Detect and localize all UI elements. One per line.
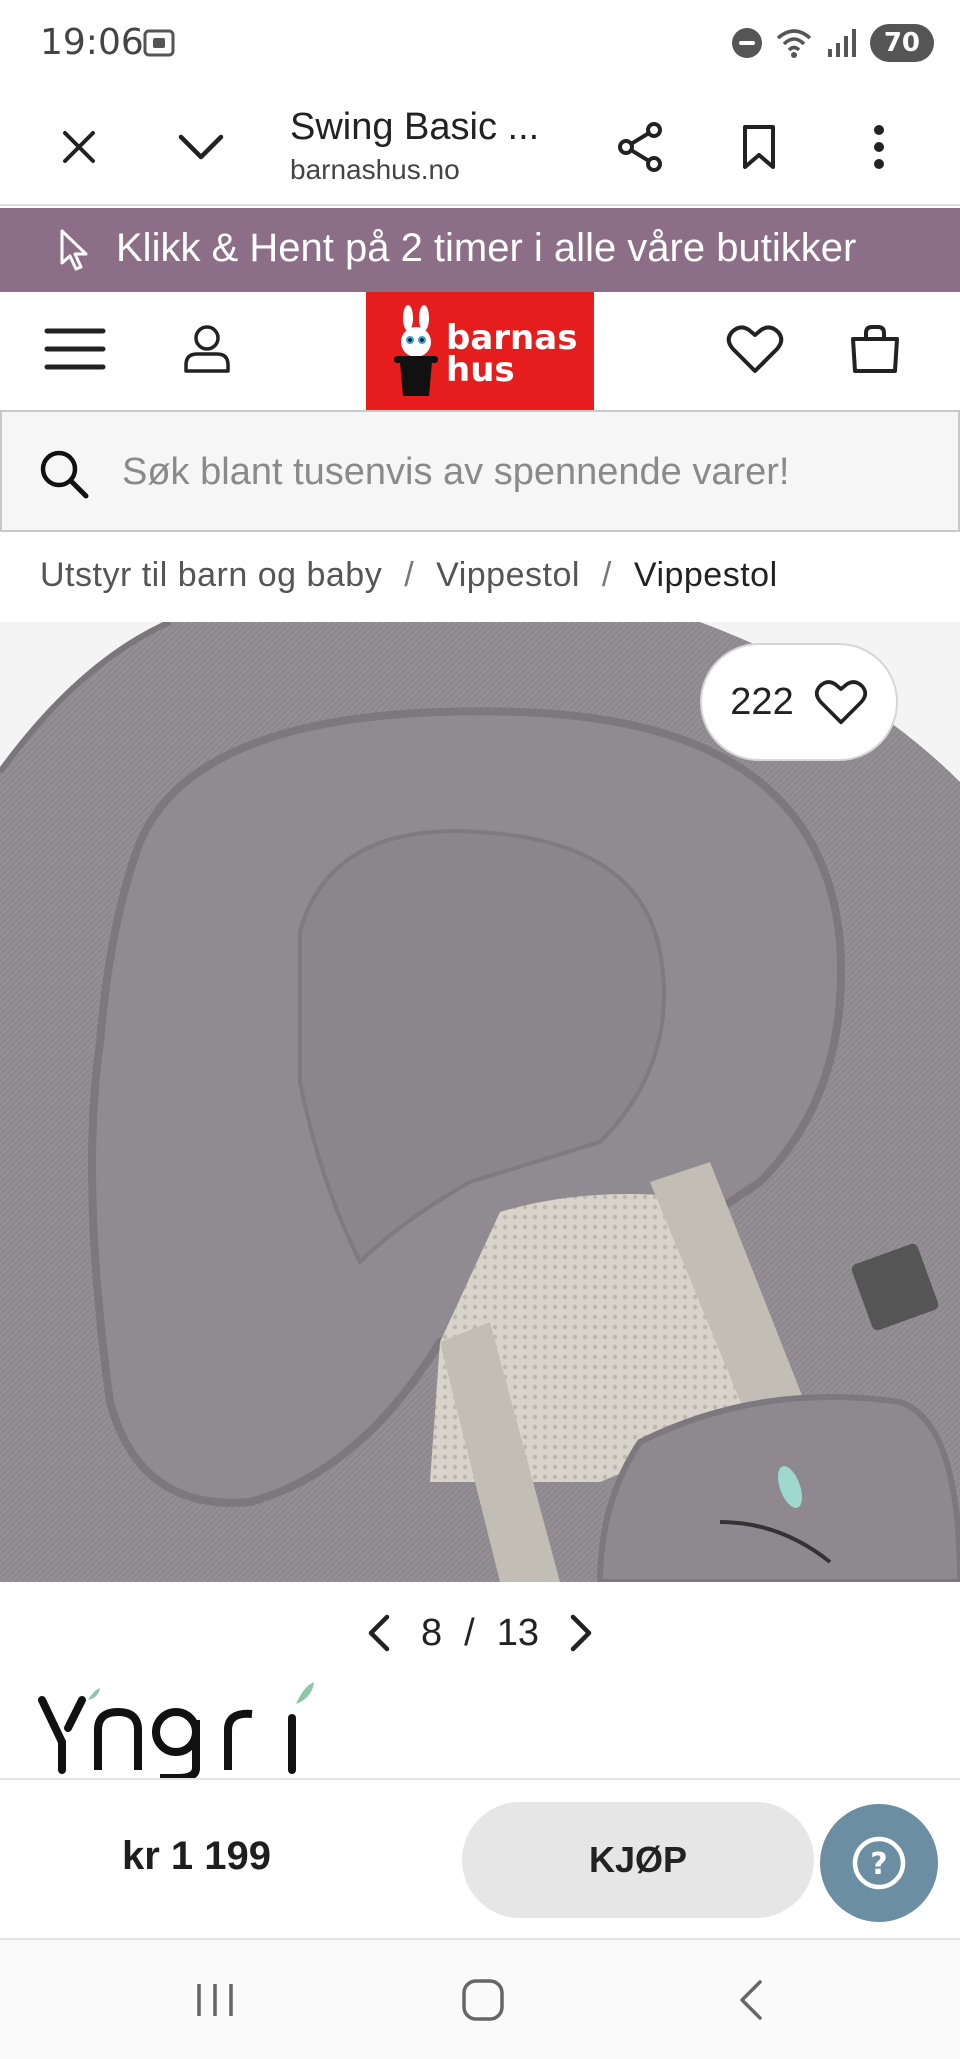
- search-icon: [40, 450, 89, 499]
- home-icon: [462, 1979, 504, 2021]
- battery-indicator: 70: [869, 24, 934, 62]
- promo-text: Klikk & Hent på 2 timer i alle våre buti…: [116, 226, 857, 270]
- status-time: 19:06: [40, 22, 144, 63]
- heart-icon: [726, 325, 784, 373]
- more-options-button[interactable]: [844, 112, 914, 182]
- logo-wordmark: barnas hus: [446, 321, 577, 390]
- account-button[interactable]: [172, 314, 242, 384]
- buy-button[interactable]: KJØP: [462, 1802, 814, 1918]
- bookmark-button[interactable]: [724, 112, 794, 182]
- help-glyph: ?: [870, 1847, 887, 1882]
- search-input[interactable]: [122, 444, 942, 500]
- image-pager: 8 / 13: [0, 1605, 960, 1661]
- like-badge[interactable]: 222: [700, 643, 898, 761]
- rabbit-hat-logo-icon: [394, 305, 438, 396]
- status-icons: 70: [731, 20, 934, 66]
- breadcrumb-item[interactable]: Vippestol: [436, 556, 580, 594]
- product-price: kr 1 199: [122, 1834, 272, 1878]
- bookmark-icon: [743, 125, 775, 169]
- pointer-cursor-icon: [60, 229, 88, 271]
- yngri-brand-logo: [38, 1682, 314, 1782]
- signal-icon: [827, 29, 856, 57]
- wifi-icon: [776, 29, 811, 58]
- baby-bouncer-seat-image: [0, 622, 960, 1582]
- heart-icon: [814, 680, 867, 725]
- wishlist-button[interactable]: [720, 314, 790, 384]
- chevron-down-icon: [178, 134, 224, 160]
- logo-line-2: hus: [446, 350, 515, 390]
- home-button[interactable]: [448, 1970, 518, 2030]
- breadcrumb-separator: /: [404, 556, 415, 594]
- screenshot-icon: [143, 29, 175, 57]
- shopping-bag-icon: [851, 325, 899, 373]
- close-icon: [63, 131, 95, 163]
- search-bar[interactable]: [0, 410, 960, 532]
- cart-button[interactable]: [840, 314, 910, 384]
- previous-image-button[interactable]: [359, 1608, 399, 1658]
- site-header: barnas hus: [0, 292, 960, 410]
- image-total: 13: [496, 1611, 539, 1654]
- menu-button[interactable]: [40, 314, 110, 384]
- chevron-left-icon: [368, 1614, 390, 1652]
- like-count: 222: [730, 680, 794, 723]
- close-button[interactable]: [44, 112, 114, 182]
- barnashus-logo[interactable]: barnas hus: [366, 292, 594, 410]
- pager-separator: /: [464, 1611, 475, 1654]
- promo-banner[interactable]: Klikk & Hent på 2 timer i alle våre buti…: [0, 208, 960, 292]
- browser-tab-bar: Swing Basic ... barnashus.no: [0, 86, 960, 206]
- next-image-button[interactable]: [561, 1608, 601, 1658]
- help-icon: ?: [852, 1836, 906, 1890]
- recent-apps-icon: [197, 1984, 233, 2016]
- back-button[interactable]: [716, 1970, 786, 2030]
- breadcrumb-current: Vippestol: [633, 556, 778, 594]
- page-domain: barnashus.no: [290, 154, 460, 185]
- more-vertical-icon: [874, 125, 884, 169]
- minimize-button[interactable]: [166, 112, 236, 182]
- chevron-right-icon: [570, 1614, 592, 1652]
- status-bar: 19:06 70: [0, 0, 960, 86]
- system-navigation-bar: [0, 1940, 960, 2059]
- user-icon: [184, 325, 230, 373]
- image-index: 8: [421, 1611, 443, 1654]
- do-not-disturb-icon: [731, 28, 762, 58]
- breadcrumb: Utstyr til barn og baby / Vippestol / Vippes…: [40, 556, 778, 595]
- recent-apps-button[interactable]: [180, 1970, 250, 2030]
- share-icon: [618, 122, 662, 172]
- product-image[interactable]: [0, 622, 960, 1582]
- back-icon: [740, 1980, 762, 2020]
- help-button[interactable]: ?: [820, 1804, 938, 1922]
- share-button[interactable]: [606, 112, 676, 182]
- hamburger-menu-icon: [44, 328, 106, 370]
- breadcrumb-item[interactable]: Utstyr til barn og baby: [40, 556, 382, 594]
- page-title: Swing Basic ...: [290, 106, 540, 148]
- purchase-bar: kr 1 199 KJØP ?: [0, 1778, 960, 1940]
- brand-logo[interactable]: [38, 1680, 318, 1785]
- breadcrumb-separator: /: [601, 556, 612, 594]
